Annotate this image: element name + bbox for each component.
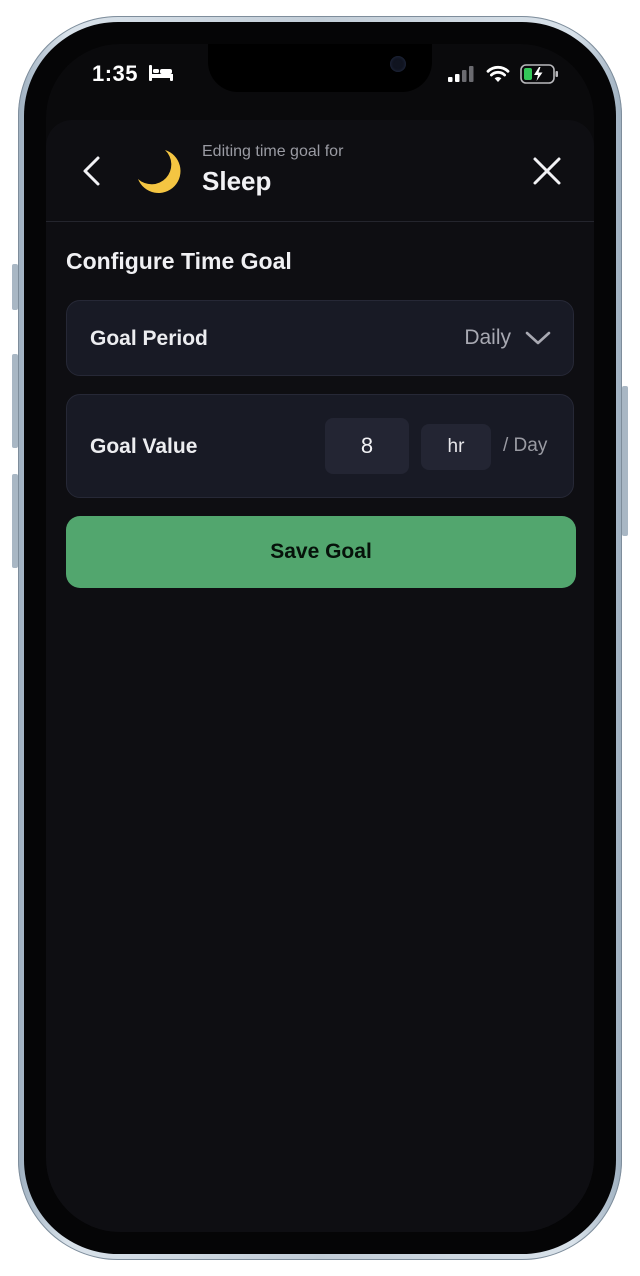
goal-value-label: Goal Value (90, 435, 198, 458)
crescent-moon-icon (134, 146, 186, 203)
goal-period-dropdown[interactable]: Daily (464, 319, 551, 357)
sheet-header: Editing time goal for Sleep (46, 120, 594, 222)
wifi-icon (486, 65, 510, 88)
goal-per-period-label: / Day (503, 435, 548, 456)
status-time: 1:35 (92, 61, 139, 86)
close-icon (533, 157, 561, 185)
goal-period-label: Goal Period (90, 327, 208, 350)
goal-period-value: Daily (464, 326, 511, 349)
notch (208, 44, 432, 92)
bed-icon (148, 64, 174, 87)
battery-charging-icon (520, 64, 560, 89)
save-goal-button[interactable]: Save Goal (66, 516, 576, 588)
activity-name: Sleep (202, 166, 272, 196)
goal-period-card: Goal Period Daily (66, 300, 574, 376)
goal-value-input[interactable]: 8 (325, 418, 409, 474)
phone-screen: 1:35 Editing time goal for Sleep Configu… (46, 44, 594, 1232)
cellular-signal-icon (448, 66, 476, 87)
goal-value-card: Goal Value 8 hr / Day (66, 394, 574, 498)
status-bar: 1:35 (46, 44, 594, 104)
goal-editor-sheet: Editing time goal for Sleep Configure Ti… (46, 120, 594, 1232)
volume-down-button (12, 474, 18, 568)
back-button[interactable] (76, 154, 110, 188)
volume-up-button (12, 354, 18, 448)
power-button (622, 386, 628, 536)
goal-unit-selector[interactable]: hr (421, 424, 491, 470)
front-camera (390, 56, 406, 72)
chevron-left-icon (83, 156, 100, 186)
editing-subtitle: Editing time goal for (202, 143, 344, 160)
chevron-down-icon (525, 331, 551, 345)
section-title: Configure Time Goal (66, 248, 292, 274)
close-button[interactable] (530, 154, 564, 188)
silent-switch (12, 264, 18, 310)
